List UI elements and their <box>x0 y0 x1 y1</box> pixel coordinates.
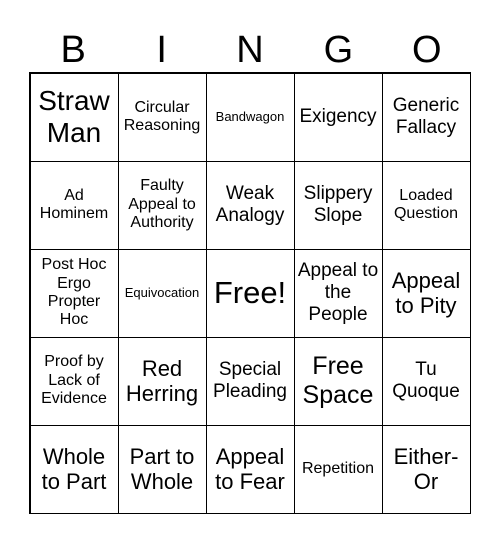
bingo-cell[interactable]: Loaded Question <box>381 160 471 250</box>
bingo-cell[interactable]: Slippery Slope <box>293 160 383 250</box>
bingo-cell[interactable]: Post Hoc Ergo Propter Hoc <box>29 248 119 338</box>
bingo-cell[interactable]: Exigency <box>293 72 383 162</box>
bingo-header: B I N G O <box>29 28 471 72</box>
bingo-cell[interactable]: Either-Or <box>381 424 471 514</box>
header-letter-n: N <box>236 29 264 71</box>
bingo-cell[interactable]: Special Pleading <box>205 336 295 426</box>
bingo-cell[interactable]: Red Herring <box>117 336 207 426</box>
header-letter-i: I <box>156 29 167 71</box>
bingo-cell[interactable]: Equivocation <box>117 248 207 338</box>
bingo-cell[interactable]: Circular Reasoning <box>117 72 207 162</box>
bingo-cell[interactable]: Straw Man <box>29 72 119 162</box>
bingo-cell[interactable]: Weak Analogy <box>205 160 295 250</box>
bingo-cell[interactable]: Appeal to the People <box>293 248 383 338</box>
bingo-cell[interactable]: Appeal to Pity <box>381 248 471 338</box>
bingo-grid: Straw Man Circular Reasoning Bandwagon E… <box>29 72 471 514</box>
bingo-cell[interactable]: Free Space <box>293 336 383 426</box>
header-letter-o: O <box>412 29 442 71</box>
bingo-cell[interactable]: Proof by Lack of Evidence <box>29 336 119 426</box>
header-letter-g: G <box>323 29 354 71</box>
bingo-cell[interactable]: Part to Whole <box>117 424 207 514</box>
bingo-cell[interactable]: Appeal to Fear <box>205 424 295 514</box>
bingo-cell[interactable]: Repetition <box>293 424 383 514</box>
bingo-cell[interactable]: Generic Fallacy <box>381 72 471 162</box>
bingo-cell[interactable]: Whole to Part <box>29 424 119 514</box>
bingo-cell[interactable]: Faulty Appeal to Authority <box>117 160 207 250</box>
bingo-cell[interactable]: Bandwagon <box>205 72 295 162</box>
bingo-cell[interactable]: Ad Hominem <box>29 160 119 250</box>
header-letter-b: B <box>60 29 86 71</box>
free-cell[interactable]: Free! <box>205 248 295 338</box>
bingo-cell[interactable]: Tu Quoque <box>381 336 471 426</box>
